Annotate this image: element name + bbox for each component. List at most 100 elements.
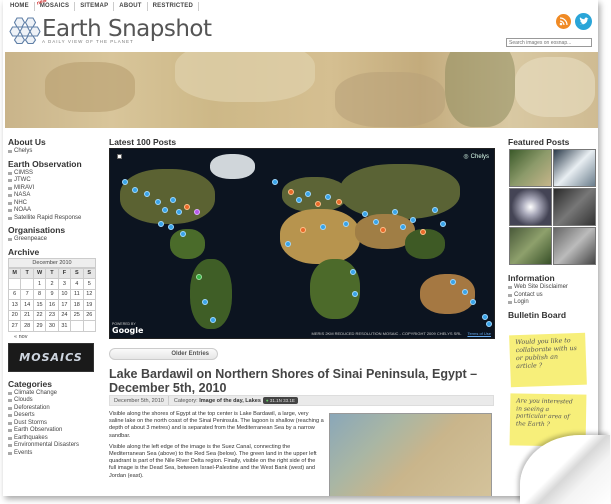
calendar-day[interactable]: 4 [70,278,84,290]
post-paragraph: Visible along the shores of Egypt at the… [109,411,324,439]
calendar-day[interactable]: 29 [32,320,47,332]
sidebar-link-greenpeace[interactable]: Greenpeace [8,236,96,244]
sidebar-link-chelys[interactable]: Chelys [8,148,96,156]
calendar-day[interactable]: 25 [70,309,84,321]
calendar-day[interactable]: 11 [70,288,84,300]
google-logo: Google [112,326,144,335]
calendar-day[interactable]: 28 [20,320,34,332]
calendar-day[interactable]: 26 [82,309,97,321]
categories-heading: Categories [8,378,52,389]
twitter-icon[interactable] [575,13,592,30]
calendar-day[interactable]: 20 [7,309,22,321]
category-link[interactable]: Climate Change [8,390,96,398]
sidebar-link-nhc[interactable]: NHC [8,200,96,208]
featured-thumbnail[interactable] [509,149,552,187]
bulletin-note-collaborate[interactable]: Would you like to collaborate with us or… [509,332,587,388]
organisations-heading: Organisations [8,225,66,235]
calendar-day[interactable]: 31 [57,320,72,332]
map-brand-label: Chelys [470,153,489,160]
disclaimer-link[interactable]: Web Site Disclaimer [508,284,596,292]
search-input[interactable] [506,38,592,47]
sidebar-link-miravi[interactable]: MIRAVI [8,185,96,193]
map-terms-link[interactable]: Terms of Use [467,331,491,336]
calendar-day[interactable]: 15 [32,299,47,311]
map-brand-logo: ◎ Chelys [463,153,489,161]
featured-thumbnail[interactable] [553,188,596,226]
categories-list: Climate Change Clouds Deforestation Dese… [8,390,96,458]
page: HOME new MOSAICS SITEMAP ABOUT RESTRICTED… [3,0,598,496]
featured-thumbnail[interactable] [509,188,552,226]
older-entries-button[interactable]: Older Entries [109,348,218,360]
nav-sitemap[interactable]: SITEMAP [75,2,115,11]
sidebar-link-cimss[interactable]: CIMSS [8,170,96,178]
calendar-day[interactable]: 23 [45,309,59,321]
calendar-day-header: T [20,267,34,279]
main-content: Latest 100 Posts ◎ Chelys POWERED BY Goo… [109,137,495,496]
contact-link[interactable]: Contact us [508,292,596,300]
calendar-day [70,320,84,332]
calendar-day[interactable]: 18 [70,299,84,311]
calendar-day[interactable]: 7 [20,288,34,300]
hexagon-logo-icon [9,17,41,44]
site-title: Earth Snapshot [42,16,212,42]
category-link[interactable]: Earth Observation [8,427,96,435]
rss-feed-icon[interactable] [556,14,571,29]
featured-thumbnail[interactable] [553,149,596,187]
post-satellite-image[interactable] [329,413,492,496]
map-zoom-control[interactable] [117,154,122,159]
map-credit: MERIS 2KM REDUCED RESOLUTION MOSAIC - CO… [312,331,491,336]
calendar-day[interactable]: 24 [57,309,72,321]
about-list: Chelys [8,148,96,156]
nav-home[interactable]: HOME [5,2,35,11]
sidebar-link-nasa[interactable]: NASA [8,192,96,200]
calendar-day[interactable]: 3 [57,278,72,290]
calendar-day[interactable]: 22 [32,309,47,321]
sidebar-link-noaa[interactable]: NOAA [8,207,96,215]
category-link[interactable]: Clouds [8,397,96,405]
calendar-day[interactable]: 5 [82,278,97,290]
calendar-day[interactable]: 30 [45,320,59,332]
post-title[interactable]: Lake Bardawil on Northern Shores of Sina… [109,367,489,395]
latest-posts-heading: Latest 100 Posts [109,137,177,147]
category-link[interactable]: Dust Storms [8,420,96,428]
nav-mosaics[interactable]: new MOSAICS [35,0,76,11]
about-heading: About Us [8,137,46,147]
category-link[interactable]: Deforestation [8,405,96,413]
featured-thumbnail[interactable] [509,227,552,265]
nav-restricted[interactable]: RESTRICTED [148,2,199,11]
calendar-day[interactable]: 21 [20,309,34,321]
chelys-logo-icon: ◎ [463,154,469,160]
post-coordinates[interactable]: ● 31.1N 33.1E [262,397,298,404]
featured-posts-heading: Featured Posts [508,137,570,147]
calendar-prev-month-link[interactable]: « nov [14,334,96,340]
post-date: December 5th, 2010 [110,396,169,405]
calendar-day[interactable]: 2 [45,278,59,290]
category-link[interactable]: Deserts [8,412,96,420]
calendar-day [82,320,97,332]
featured-thumbnail[interactable] [553,227,596,265]
information-list: Web Site Disclaimer Contact us Login [508,284,596,307]
calendar-day[interactable]: 13 [7,299,22,311]
category-link[interactable]: Environmental Disasters [8,442,96,450]
calendar-day[interactable]: 19 [82,299,97,311]
calendar-day[interactable]: 17 [57,299,72,311]
site-logo[interactable]: Earth Snapshot A DAILY VIEW OF THE PLANE… [9,16,212,44]
calendar-day[interactable]: 16 [45,299,59,311]
login-link[interactable]: Login [508,299,596,307]
category-link[interactable]: Events [8,450,96,458]
calendar-day[interactable]: 27 [7,320,22,332]
calendar-day[interactable]: 10 [57,288,72,300]
calendar-day[interactable]: 6 [7,288,22,300]
nav-about[interactable]: ABOUT [114,2,148,11]
sidebar-link-jtwc[interactable]: JTWC [8,177,96,185]
sidebar-link-satellite-rapid-response[interactable]: Satellite Rapid Response [8,215,96,223]
post-category-links[interactable]: Image of the day, Lakes [199,398,261,404]
calendar-day[interactable]: 8 [32,288,47,300]
calendar-day[interactable]: 9 [45,288,59,300]
world-map[interactable]: ◎ Chelys POWERED BY Google MERIS 2KM REDU… [109,148,495,339]
calendar-day[interactable]: 14 [20,299,34,311]
calendar-day[interactable]: 1 [32,278,47,290]
mosaics-banner[interactable]: MOSAICS [8,342,94,372]
category-link[interactable]: Earthquakes [8,435,96,443]
calendar-day[interactable]: 12 [82,288,97,300]
